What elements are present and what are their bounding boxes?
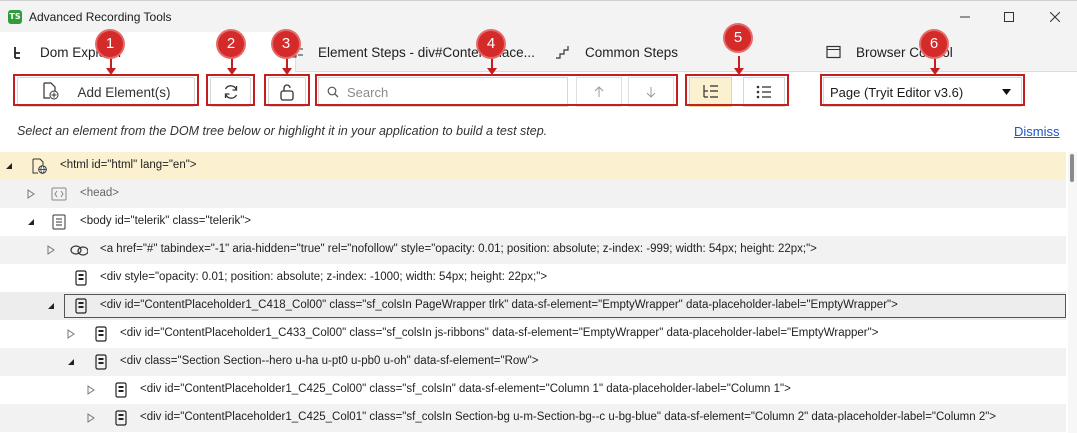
window-title: Advanced Recording Tools [29,10,172,24]
tree-row-div[interactable]: <div id="ContentPlaceholder1_C425_Col01"… [0,404,1066,432]
expand-arrow-icon[interactable] [86,384,96,396]
unlock-icon [280,84,294,101]
document-icon [50,213,68,231]
tree-view-button[interactable] [689,77,732,107]
collapse-arrow-icon[interactable] [46,300,56,312]
tree-scrollbar[interactable] [1068,152,1077,433]
add-element-button[interactable]: Add Element(s) [17,77,195,107]
annotation-arrowhead-2 [227,68,237,75]
maximize-button[interactable] [986,1,1032,33]
tree-row-body[interactable]: <body id="telerik" class="telerik"> [0,208,1066,236]
title-bar: TS Advanced Recording Tools [0,0,1077,32]
lock-button[interactable] [268,77,306,107]
link-icon [70,241,88,259]
tab-bar: Dom Explorer Element Steps - div#Content… [0,32,1077,73]
element-icon [92,325,110,343]
tree-row-text: <a href="#" tabindex="-1" aria-hidden="t… [100,243,817,255]
tree-row-div[interactable]: <div style="opacity: 0.01; position: abs… [0,264,1066,292]
tree-row-text: <div class="Section Section--hero u-ha u… [120,355,539,367]
browser-window-icon [826,45,842,59]
tree-row-head[interactable]: <head> [0,180,1066,208]
annotation-badge-2: 2 [218,31,244,57]
expand-arrow-icon[interactable] [26,188,36,200]
annotation-badge-3: 3 [273,31,299,57]
refresh-icon [224,85,237,99]
search-input[interactable]: Search [318,77,568,107]
annotation-arrowhead-4 [487,68,497,75]
add-element-label: Add Element(s) [77,84,171,100]
info-message: Select an element from the DOM tree belo… [17,124,548,138]
list-view-icon [756,85,771,99]
search-previous-button[interactable] [576,77,622,107]
dom-tree: <html id="html" lang="en"> <head> <body … [0,152,1066,433]
tree-row-div[interactable]: <div id="ContentPlaceholder1_C433_Col00"… [0,320,1066,348]
element-icon [72,269,90,287]
minimize-icon [960,16,970,18]
tree-row-text: <html id="html" lang="en"> [60,159,197,171]
search-placeholder: Search [347,84,389,100]
toolbar: Add Element(s) Search Page (Tryit Editor… [0,72,1077,112]
close-button[interactable] [1032,1,1077,33]
annotation-arrowhead-3 [282,68,292,75]
tree-cursor-icon [12,46,26,60]
tree-view-icon [702,85,718,98]
collapse-arrow-icon[interactable] [26,216,36,228]
expand-arrow-icon[interactable] [86,412,96,424]
tree-row-text: <body id="telerik" class="telerik"> [80,215,252,227]
annotation-arrowhead-5 [734,68,744,75]
tree-row-div[interactable]: <div class="Section Section--hero u-ha u… [0,348,1066,376]
annotation-badge-6: 6 [921,31,947,57]
page-select[interactable]: Page (Tryit Editor v3.6) [823,77,1022,107]
search-group: Search [318,77,674,107]
arrow-up-icon [594,86,604,97]
annotation-badge-1: 1 [97,31,123,57]
tree-row-div[interactable]: <div id="ContentPlaceholder1_C425_Col00"… [0,376,1066,404]
tab-dom-explorer[interactable]: Dom Explorer [0,32,296,73]
tree-row-div-focused[interactable]: <div id="ContentPlaceholder1_C418_Col00"… [0,292,1066,320]
tree-row-text: <div style="opacity: 0.01; position: abs… [100,271,548,283]
arrow-down-icon [646,87,656,98]
code-icon [50,185,68,203]
add-page-icon [41,81,59,103]
dropdown-arrow-icon [1002,89,1011,95]
tree-row-text: <div id="ContentPlaceholder1_C433_Col00"… [120,327,879,339]
annotation-arrowhead-1 [106,68,116,75]
tab-common-steps[interactable]: Common Steps [555,32,678,72]
collapse-arrow-icon[interactable] [66,356,76,368]
search-next-button[interactable] [628,77,674,107]
expand-arrow-icon[interactable] [66,328,76,340]
refresh-button[interactable] [210,77,251,107]
tree-row-html[interactable]: <html id="html" lang="en"> [0,152,1066,180]
maximize-icon [1004,12,1014,22]
tree-row-text: <head> [80,187,120,199]
collapse-arrow-icon[interactable] [4,160,14,172]
dismiss-link[interactable]: Dismiss [1014,124,1060,139]
list-view-button[interactable] [743,77,785,107]
app-logo: TS [8,10,22,24]
element-icon [112,381,130,399]
annotation-badge-4: 4 [478,31,504,57]
tree-row-text: <div id="ContentPlaceholder1_C418_Col00"… [100,299,898,311]
stairs-icon [555,45,571,59]
tree-row-text: <div id="ContentPlaceholder1_C425_Col00"… [140,383,791,395]
page-globe-icon [30,157,48,175]
page-select-value: Page (Tryit Editor v3.6) [830,84,964,100]
tree-row-anchor[interactable]: <a href="#" tabindex="-1" aria-hidden="t… [0,236,1066,264]
expand-arrow-icon[interactable] [46,244,56,256]
annotation-badge-5: 5 [725,25,751,51]
element-icon [92,353,110,371]
search-icon [327,86,339,98]
tree-row-text: <div id="ContentPlaceholder1_C425_Col01"… [140,411,997,423]
annotation-arrowhead-6 [930,68,940,75]
element-icon [72,297,90,315]
scrollbar-thumb[interactable] [1070,154,1074,182]
close-icon [1050,12,1060,22]
minimize-button[interactable] [942,1,988,33]
tab-label: Common Steps [585,44,679,60]
element-icon [112,409,130,427]
